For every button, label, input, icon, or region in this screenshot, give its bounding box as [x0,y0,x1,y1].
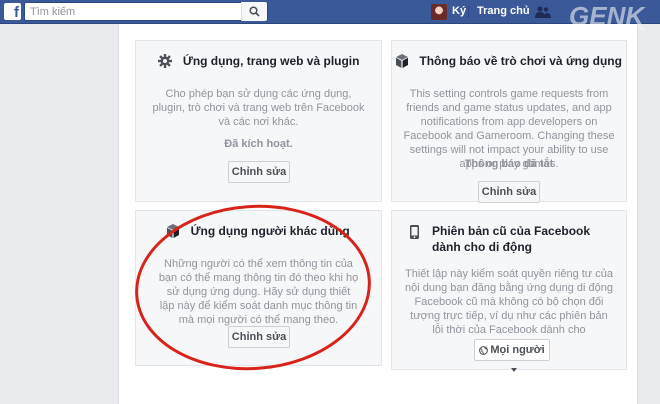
card-header: Ứng dụng người khác dùng [136,223,381,238]
search-button[interactable] [241,2,267,21]
gear-icon [157,53,172,68]
edit-button[interactable]: Chỉnh sửa [478,181,540,203]
card-description: Cho phép bạn sử dụng các ứng dụng, plugi… [152,88,365,128]
card-title: Ứng dụng, trang web và plugin [182,53,360,68]
facebook-logo-icon[interactable]: f [4,3,21,20]
card-apps-others-use: Ứng dụng người khác dùng Những người có … [135,210,382,366]
avatar[interactable] [431,4,447,20]
edit-button[interactable]: Chỉnh sửa [228,326,290,348]
card-title: Ứng dụng người khác dùng [190,223,350,238]
nav-divider [468,6,469,18]
card-status: Đã kích hoạt. [224,138,293,150]
audience-selector-label: Mọi người [490,344,545,356]
cube-icon [396,53,409,68]
search-box [24,2,268,21]
card-title: Thông báo về trò chơi và ứng dụng [419,53,622,68]
card-title: Phiên bản cũ của Facebook dành cho di độ… [432,224,591,254]
card-old-mobile-version: Phiên bản cũ của Facebook dành cho di độ… [391,210,627,373]
card-description: Những người có thể xem thông tin của bạn… [158,258,359,326]
search-icon [249,6,260,17]
search-input[interactable] [25,3,239,20]
edit-button[interactable]: Chỉnh sửa [228,161,290,183]
cube-icon [167,223,180,238]
card-apps-websites-plugins: Ứng dụng, trang web và plugin Cho phép b… [135,40,382,202]
globe-icon [479,345,489,355]
card-status: Thông báo đã tắt [464,158,554,170]
audience-selector-button[interactable]: Mọi người [474,339,550,373]
apps-settings-panel: Ứng dụng, trang web và plugin Cho phép b… [118,24,638,404]
friends-icon[interactable] [535,6,551,18]
profile-link[interactable]: Ký [452,5,466,17]
card-header: Thông báo về trò chơi và ứng dụng [392,53,626,68]
card-header: Ứng dụng, trang web và plugin [136,53,381,68]
card-game-app-notifications: Thông báo về trò chơi và ứng dụng This s… [391,40,627,203]
home-link[interactable]: Trang chủ [477,5,530,17]
chevron-down-icon [510,368,517,373]
card-header: Phiên bản cũ của Facebook dành cho di độ… [392,223,626,255]
mobile-phone-icon [410,225,419,239]
